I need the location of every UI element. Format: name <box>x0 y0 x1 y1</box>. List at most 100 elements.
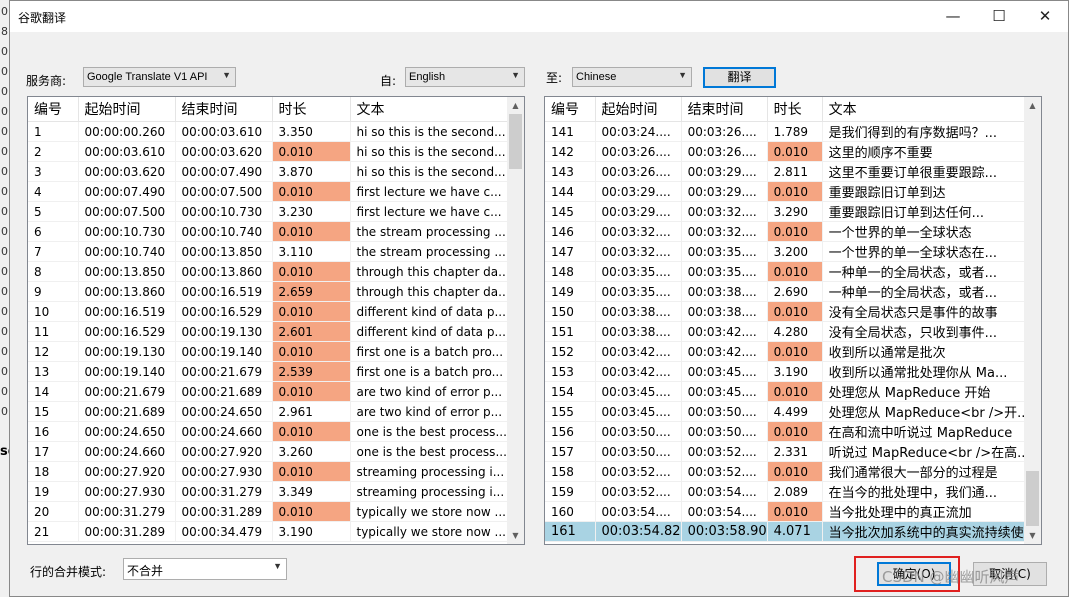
cell-n[interactable]: 9 <box>28 281 79 302</box>
cell-text[interactable]: the stream processing ... <box>350 221 511 242</box>
cell-n[interactable]: 142 <box>545 141 596 162</box>
cell-dur[interactable]: 0.010 <box>767 501 823 522</box>
cell-start[interactable]: 00:03:50.... <box>595 441 682 462</box>
table-row[interactable]: 14 00:00:21.679 00:00:21.689 0.010 are two k… <box>28 381 511 402</box>
cell-dur[interactable]: 2.690 <box>767 281 823 302</box>
cell-text[interactable]: through this chapter da... <box>350 281 511 302</box>
cell-end[interactable]: 00:00:19.140 <box>175 341 273 362</box>
cell-dur[interactable]: 2.659 <box>272 281 351 302</box>
cell-start[interactable]: 00:00:07.500 <box>78 201 176 222</box>
table-row[interactable]: 147 00:03:32.... 00:03:35.... 3.200 一个世界的单一全… <box>545 241 1039 262</box>
cell-end[interactable]: 00:00:10.740 <box>175 221 273 242</box>
cell-text[interactable]: hi so this is the second... <box>350 141 511 162</box>
table-row[interactable]: 20 00:00:31.279 00:00:31.289 0.010 typically… <box>28 501 511 522</box>
table-row[interactable]: 143 00:03:26.... 00:03:29.... 2.811 这里不重要订单很… <box>545 161 1039 182</box>
cell-dur[interactable]: 0.010 <box>767 261 823 282</box>
cell-start[interactable]: 00:03:38.... <box>595 301 682 322</box>
table-row[interactable]: 161 00:03:54.82 00:03:58.90 4.071 当今批次加系统中的真… <box>545 521 1039 542</box>
cell-text[interactable]: the stream processing ... <box>350 241 511 262</box>
cell-start[interactable]: 00:00:19.130 <box>78 341 176 362</box>
table-row[interactable]: 149 00:03:35.... 00:03:38.... 2.690 一种单一的全局状… <box>545 281 1039 302</box>
cell-n[interactable]: 159 <box>545 481 596 502</box>
cell-start[interactable]: 00:03:42.... <box>595 341 682 362</box>
cell-dur[interactable]: 3.110 <box>272 241 351 262</box>
cell-start[interactable]: 00:03:54.82 <box>595 521 682 542</box>
cell-text[interactable]: 这里不重要订单很重要跟踪... <box>822 161 1039 182</box>
cell-text[interactable]: first lecture we have c... <box>350 201 511 222</box>
column-header[interactable]: 时长 <box>767 97 823 122</box>
cell-end[interactable]: 00:00:31.279 <box>175 481 273 502</box>
cell-start[interactable]: 00:03:24.... <box>595 121 682 142</box>
cell-start[interactable]: 00:00:19.140 <box>78 361 176 382</box>
cell-text[interactable]: 一个世界的单一全球状态 <box>822 221 1039 242</box>
cell-end[interactable]: 00:00:03.620 <box>175 141 273 162</box>
cell-start[interactable]: 00:03:32.... <box>595 221 682 242</box>
cell-n[interactable]: 141 <box>545 121 596 142</box>
column-header[interactable]: 编号 <box>28 97 79 122</box>
cell-end[interactable]: 00:00:27.920 <box>175 441 273 462</box>
cell-start[interactable]: 00:03:35.... <box>595 281 682 302</box>
cell-dur[interactable]: 2.811 <box>767 161 823 182</box>
cell-dur[interactable]: 3.190 <box>767 361 823 382</box>
table-row[interactable]: 10 00:00:16.519 00:00:16.529 0.010 different… <box>28 301 511 322</box>
table-row[interactable]: 144 00:03:29.... 00:03:29.... 0.010 重要跟踪旧订单到… <box>545 181 1039 202</box>
table-row[interactable]: 148 00:03:35.... 00:03:35.... 0.010 一种单一的全局状… <box>545 261 1039 282</box>
cell-end[interactable]: 00:00:13.850 <box>175 241 273 262</box>
cell-start[interactable]: 00:00:16.519 <box>78 301 176 322</box>
table-row[interactable]: 12 00:00:19.130 00:00:19.140 0.010 first one… <box>28 341 511 362</box>
cell-text[interactable]: 没有全局状态，只收到事件... <box>822 321 1039 342</box>
table-row[interactable]: 2 00:00:03.610 00:00:03.620 0.010 hi so this… <box>28 141 511 162</box>
cell-end[interactable]: 00:03:26.... <box>681 141 768 162</box>
cell-end[interactable]: 00:03:58.90 <box>681 521 768 542</box>
cell-text[interactable]: 重要跟踪旧订单到达任何... <box>822 201 1039 222</box>
cell-n[interactable]: 144 <box>545 181 596 202</box>
cell-end[interactable]: 00:00:31.289 <box>175 501 273 522</box>
cell-text[interactable]: first lecture we have c... <box>350 181 511 202</box>
column-header[interactable]: 编号 <box>545 97 596 122</box>
cell-text[interactable]: 听说过 MapReduce<br />在高... <box>822 441 1039 462</box>
cell-n[interactable]: 16 <box>28 421 79 442</box>
table-row[interactable]: 13 00:00:19.140 00:00:21.679 2.539 first one… <box>28 361 511 382</box>
cell-start[interactable]: 00:00:21.679 <box>78 381 176 402</box>
cell-start[interactable]: 00:00:27.930 <box>78 481 176 502</box>
cell-text[interactable]: 在高和流中听说过 MapReduce <box>822 421 1039 442</box>
cell-n[interactable]: 147 <box>545 241 596 262</box>
cell-text[interactable]: first one is a batch pro... <box>350 341 511 362</box>
cell-start[interactable]: 00:00:07.490 <box>78 181 176 202</box>
cell-dur[interactable]: 0.010 <box>767 181 823 202</box>
cell-end[interactable]: 00:00:24.660 <box>175 421 273 442</box>
cell-dur[interactable]: 2.601 <box>272 321 351 342</box>
cell-n[interactable]: 151 <box>545 321 596 342</box>
scroll-thumb[interactable] <box>1026 471 1039 526</box>
cell-end[interactable]: 00:03:38.... <box>681 301 768 322</box>
cell-n[interactable]: 18 <box>28 461 79 482</box>
cell-end[interactable]: 00:03:35.... <box>681 261 768 282</box>
cell-start[interactable]: 00:00:31.289 <box>78 521 176 542</box>
cell-dur[interactable]: 3.200 <box>767 241 823 262</box>
cell-n[interactable]: 15 <box>28 401 79 422</box>
cell-dur[interactable]: 0.010 <box>272 421 351 442</box>
cell-text[interactable]: streaming processing i... <box>350 481 511 502</box>
table-row[interactable]: 158 00:03:52.... 00:03:52.... 0.010 我们通常很大一部… <box>545 461 1039 482</box>
cell-start[interactable]: 00:03:32.... <box>595 241 682 262</box>
cell-end[interactable]: 00:03:52.... <box>681 461 768 482</box>
cell-dur[interactable]: 0.010 <box>272 261 351 282</box>
cell-text[interactable]: hi so this is the second... <box>350 121 511 142</box>
cell-dur[interactable]: 0.010 <box>272 141 351 162</box>
cell-start[interactable]: 00:00:13.860 <box>78 281 176 302</box>
cell-text[interactable]: are two kind of error p... <box>350 401 511 422</box>
merge-mode-select[interactable]: 不合并 ▼ <box>123 558 287 580</box>
cell-end[interactable]: 00:00:19.130 <box>175 321 273 342</box>
cell-n[interactable]: 6 <box>28 221 79 242</box>
table-row[interactable]: 155 00:03:45.... 00:03:50.... 4.499 处理您从 Map… <box>545 401 1039 422</box>
cell-text[interactable]: one is the best process... <box>350 441 511 462</box>
column-header[interactable]: 文本 <box>822 97 1039 122</box>
cell-end[interactable]: 00:00:16.519 <box>175 281 273 302</box>
cell-start[interactable]: 00:03:38.... <box>595 321 682 342</box>
cell-n[interactable]: 1 <box>28 121 79 142</box>
cell-start[interactable]: 00:00:10.730 <box>78 221 176 242</box>
cell-dur[interactable]: 3.260 <box>272 441 351 462</box>
cell-dur[interactable]: 0.010 <box>767 461 823 482</box>
cell-dur[interactable]: 2.961 <box>272 401 351 422</box>
scroll-down-icon[interactable]: ▼ <box>507 527 524 544</box>
